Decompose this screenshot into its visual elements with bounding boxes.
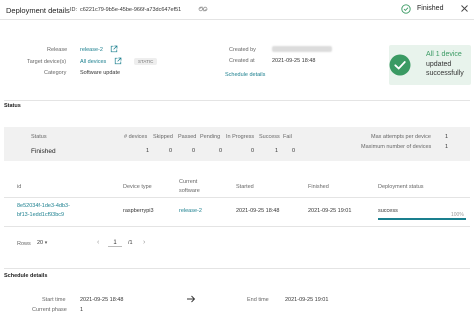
col-header-deployment-status: Deployment status [378,184,424,190]
target-devices-link[interactable]: All devices [80,59,106,65]
status-value: Finished [31,148,56,155]
device-id-link-line-2[interactable]: bf13-1edd1cf93bc9 [17,212,64,218]
status-label: Status [31,134,47,140]
success-check-icon [389,54,411,78]
schedule-section-title: Schedule details [4,273,48,279]
end-time-value: 2021-09-25 19:01 [285,297,329,303]
max-attempts-label: Max attempts per device [371,134,431,140]
created-at-value: 2021-09-25 18:48 [272,58,316,64]
col-header-started: Started [236,184,254,190]
val-inprogress: 0 [251,148,255,154]
col-success-label: Success [259,134,280,140]
schedule-details-link[interactable]: Schedule details [225,72,265,78]
chevron-down-icon: ▾ [44,240,48,246]
max-devices-label: Maximum number of devices [361,144,432,150]
table-row-divider [4,226,470,227]
deployment-status-cell: success [378,208,398,214]
col-passed-label: Passed [178,134,197,140]
progress-track [378,218,466,220]
created-by-value-redacted [272,46,332,52]
current-phase-value: 1 [80,307,84,313]
success-line-2: updated [426,61,452,68]
section-divider [4,100,470,101]
static-badge: STATIC [134,58,158,65]
arrow-right-icon [186,294,196,306]
start-time-label: Start time [42,297,66,303]
schedule-divider [4,268,470,269]
col-header-finished: Finished [308,184,329,190]
next-page-icon[interactable]: › [143,239,145,246]
start-time-value: 2021-09-25 18:48 [80,297,124,303]
rows-per-page-select[interactable]: 20 ▾ [37,240,47,246]
release-link[interactable]: release-2 [80,47,103,53]
target-label: Target device(s) [27,59,67,65]
val-skipped: 0 [169,148,173,154]
col-fail-label: Fail [283,134,292,140]
finished-cell: 2021-09-25 19:01 [308,208,352,214]
page-title: Deployment details [6,6,70,15]
val-devices: 1 [146,148,150,154]
category-label: Category [44,70,67,76]
col-devices-label: # devices [124,134,148,140]
end-time-label: End time [247,297,269,303]
close-icon[interactable] [460,4,469,15]
page-total: /1 [128,240,133,246]
current-phase-label: Current phase [32,307,67,313]
prev-page-icon[interactable]: ‹ [97,239,99,246]
col-header-current-software-1: Current [179,179,198,185]
deployment-id-label: ID: [70,7,78,13]
target-open-icon[interactable] [114,57,122,67]
col-header-id: id [17,184,22,190]
status-section-title: Status [4,103,21,109]
col-pending-label: Pending [200,134,221,140]
col-header-current-software-2: software [179,188,200,194]
created-at-label: Created at [229,58,255,64]
max-attempts-value: 1 [445,134,449,140]
val-pending: 0 [219,148,223,154]
device-id-link-line-1[interactable]: 8e52034f-1de3-4db3- [17,203,70,209]
copy-link-icon[interactable] [198,4,208,16]
max-devices-value: 1 [445,144,449,150]
rows-per-page-label: Rows [17,241,31,247]
release-label: Release [47,47,68,53]
category-value: Software update [80,70,121,76]
col-skipped-label: Skipped [153,134,173,140]
created-by-label: Created by [229,47,256,53]
val-fail: 0 [292,148,296,154]
success-line-1: All 1 device [426,51,462,58]
val-success: 1 [275,148,279,154]
finished-check-icon [401,4,411,16]
val-passed: 0 [192,148,196,154]
header-status: Finished [417,5,444,12]
deployment-id-value: c6221c79-9b5e-45be-966f-a73dc647ef51 [80,7,182,13]
success-line-3: successfully [426,70,464,77]
release-open-icon[interactable] [110,45,118,55]
started-cell: 2021-09-25 18:48 [236,208,280,214]
col-header-device-type: Device type [123,184,152,190]
software-link[interactable]: release-2 [179,208,202,214]
page-input[interactable]: 1 [108,240,122,247]
table-header-divider [4,197,470,198]
rows-per-page-value: 20 [37,240,44,246]
progress-fill [378,218,466,220]
col-inprogress-label: In Progress [226,134,255,140]
device-type-cell: raspberrypi3 [123,208,154,214]
